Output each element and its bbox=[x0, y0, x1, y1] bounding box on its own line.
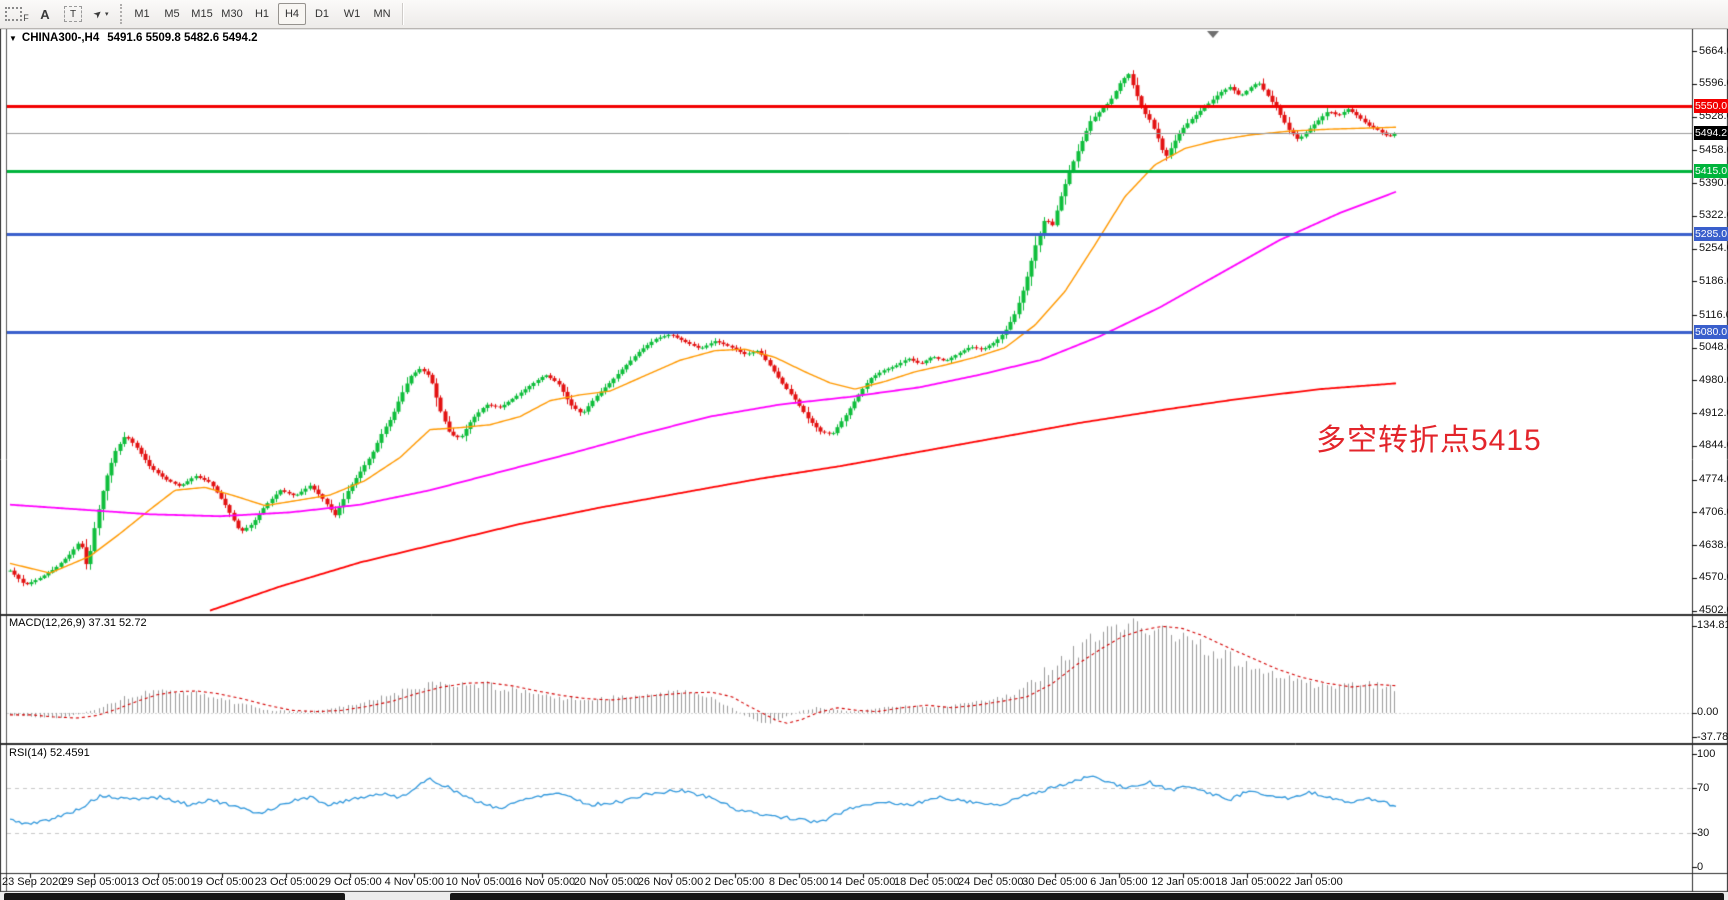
text-tool[interactable]: A bbox=[32, 3, 58, 25]
timeframe-d1[interactable]: D1 bbox=[308, 3, 336, 25]
timeframe-h4[interactable]: H4 bbox=[278, 3, 306, 25]
timeframe-m1[interactable]: M1 bbox=[128, 3, 156, 25]
toolbar-separator bbox=[402, 3, 404, 25]
line-studies-toolbar: FAT➤▾ bbox=[0, 3, 116, 25]
dropdown-caret-icon: ▾ bbox=[105, 10, 109, 18]
timeframe-m30[interactable]: M30 bbox=[218, 3, 246, 25]
timeframe-mn[interactable]: MN bbox=[368, 3, 396, 25]
mt4-window: FAT➤▾ M1M5M15M30H1H4D1W1MN ▼ CHINA300-,H… bbox=[0, 0, 1728, 900]
arrows-tool[interactable]: ➤▾ bbox=[88, 3, 114, 25]
fibonacci-tool[interactable]: F bbox=[4, 3, 30, 25]
timeframes-toolbar: M1M5M15M30H1H4D1W1MN bbox=[128, 3, 398, 25]
timeframe-m5[interactable]: M5 bbox=[158, 3, 186, 25]
toolbar-grip[interactable] bbox=[120, 4, 122, 24]
text-label-tool[interactable]: T bbox=[60, 3, 86, 25]
chart-canvas[interactable] bbox=[0, 0, 1728, 900]
timeframe-w1[interactable]: W1 bbox=[338, 3, 366, 25]
timeframe-h1[interactable]: H1 bbox=[248, 3, 276, 25]
timeframe-m15[interactable]: M15 bbox=[188, 3, 216, 25]
toolbar: FAT➤▾ M1M5M15M30H1H4D1W1MN bbox=[0, 0, 1728, 29]
dotted-grid-icon bbox=[5, 7, 22, 21]
